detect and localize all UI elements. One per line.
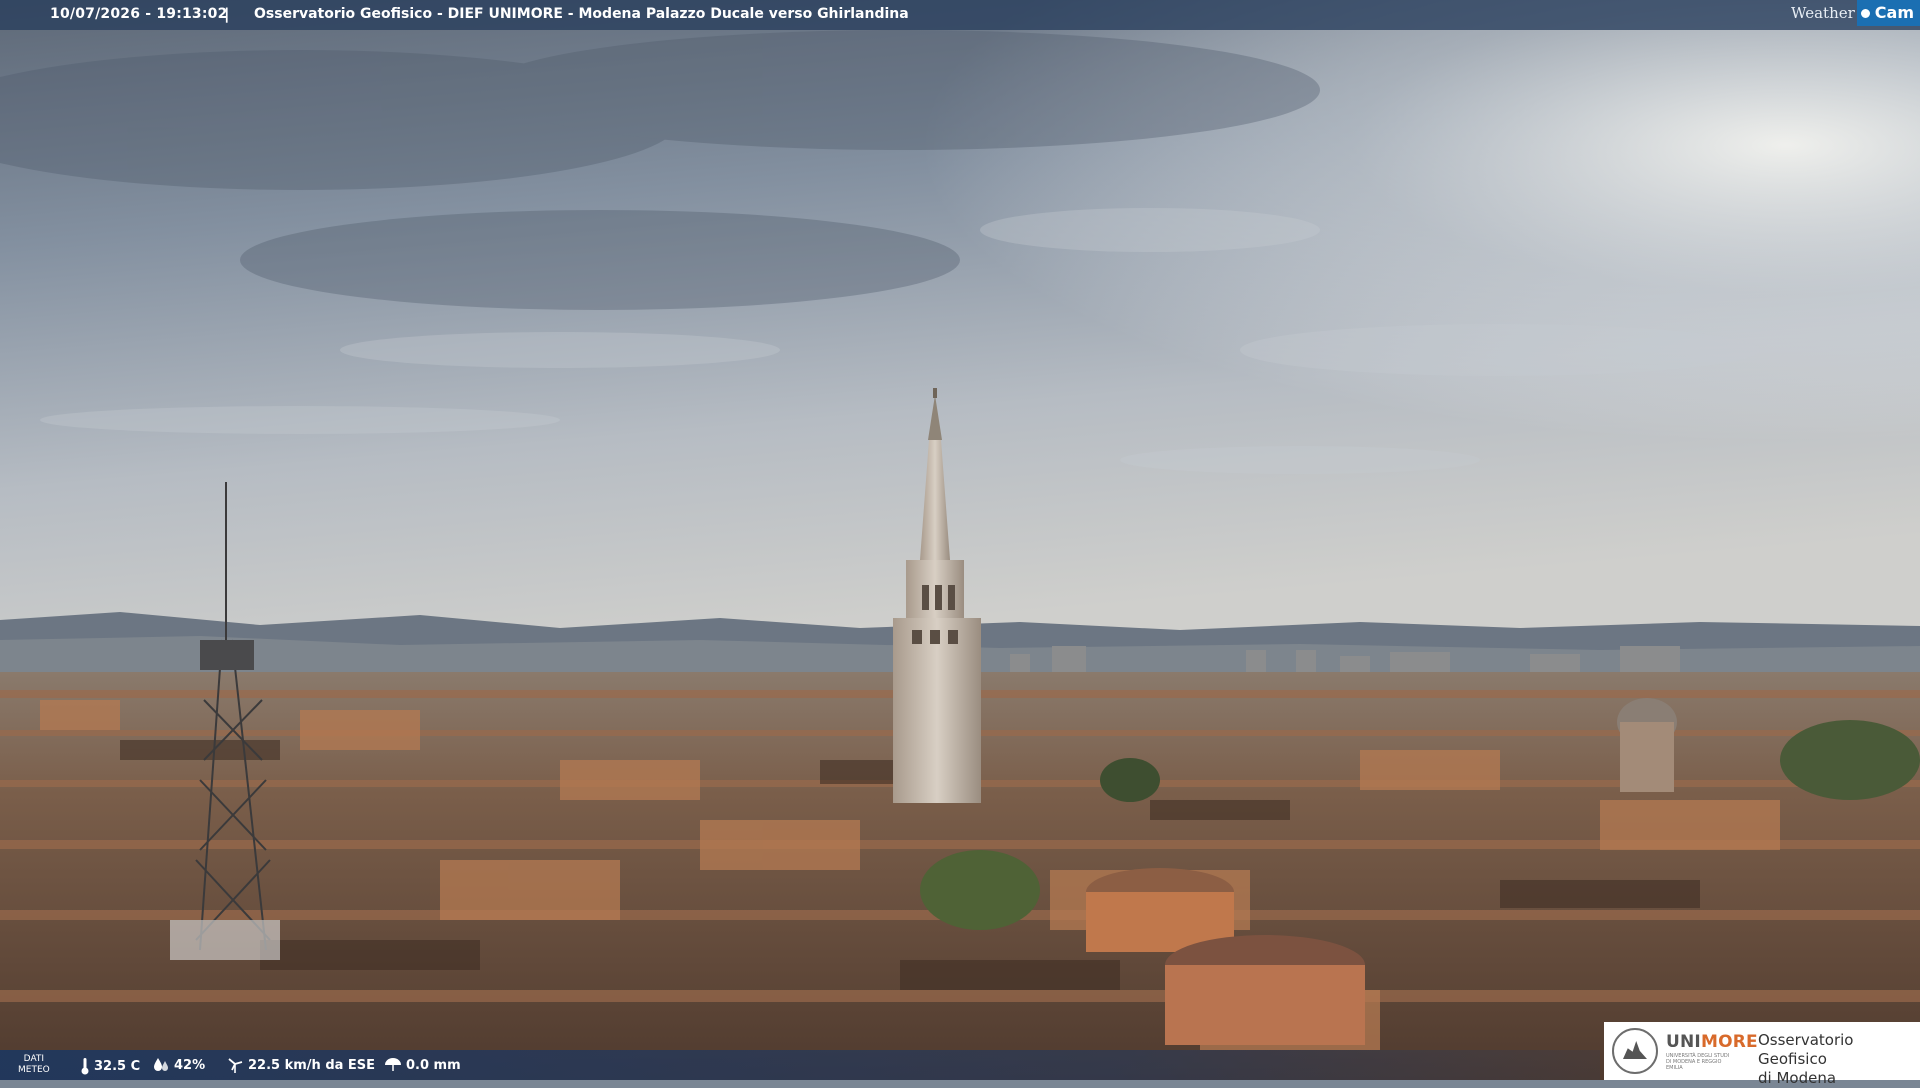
meteo-strip: DATI METEO 32.5 C 42% 22.5 km/h da ESE 0… [0,1050,1600,1080]
university-seal-icon [1612,1028,1658,1074]
meteo-label-line1: DATI [23,1054,45,1064]
rain-value: 0.0 mm [406,1057,461,1073]
weathercam-logo-cam-text: Cam [1874,3,1914,22]
thermometer-icon [81,1058,89,1075]
observatory-name-line1: Osservatorio Geofisico [1758,1031,1854,1068]
observatory-name-line2: di Modena [1758,1069,1837,1087]
unimore-badge: UNIMORE UNIVERSITÀ DEGLI STUDI DI MODENA… [1604,1022,1920,1087]
meteo-label-line2: METEO [18,1065,50,1075]
camera-dot-icon [1858,6,1872,20]
wind-reading: 22.5 km/h da ESE [226,1057,375,1073]
separator: | [224,5,230,23]
weathercam-logo-cam: Cam [1856,0,1920,26]
observatory-name: Osservatorio Geofisico di Modena [1758,1031,1920,1088]
camera-location: Osservatorio Geofisico - DIEF UNIMORE - … [254,6,909,22]
weathercam-logo-weather: Weather [1791,4,1855,22]
timestamp: 10/07/2026 - 19:13:02 [50,6,228,22]
meteo-label: DATI METEO [18,1054,50,1076]
humidity-value: 42% [174,1057,206,1073]
university-subline: UNIVERSITÀ DEGLI STUDI DI MODENA E REGGI… [1666,1053,1730,1071]
rain-reading: 0.0 mm [384,1057,461,1073]
webcam-scene [0,0,1920,1080]
unimore-brand-prefix: UNI [1666,1032,1701,1052]
temperature-reading: 32.5 C [80,1057,140,1075]
humidity-reading: 42% [152,1057,205,1073]
unimore-brand-suffix: MORE [1700,1032,1758,1052]
wind-value: 22.5 km/h da ESE [248,1057,376,1073]
wind-turbine-icon [228,1058,243,1073]
unimore-brand: UNIMORE [1666,1032,1758,1052]
humidity-drops-icon [154,1058,168,1071]
umbrella-icon [385,1058,401,1071]
temperature-value: 32.5 C [94,1058,141,1074]
top-banner: 10/07/2026 - 19:13:02 | Osservatorio Geo… [0,0,1920,30]
weathercam-logo: Weather Cam [1791,0,1920,26]
